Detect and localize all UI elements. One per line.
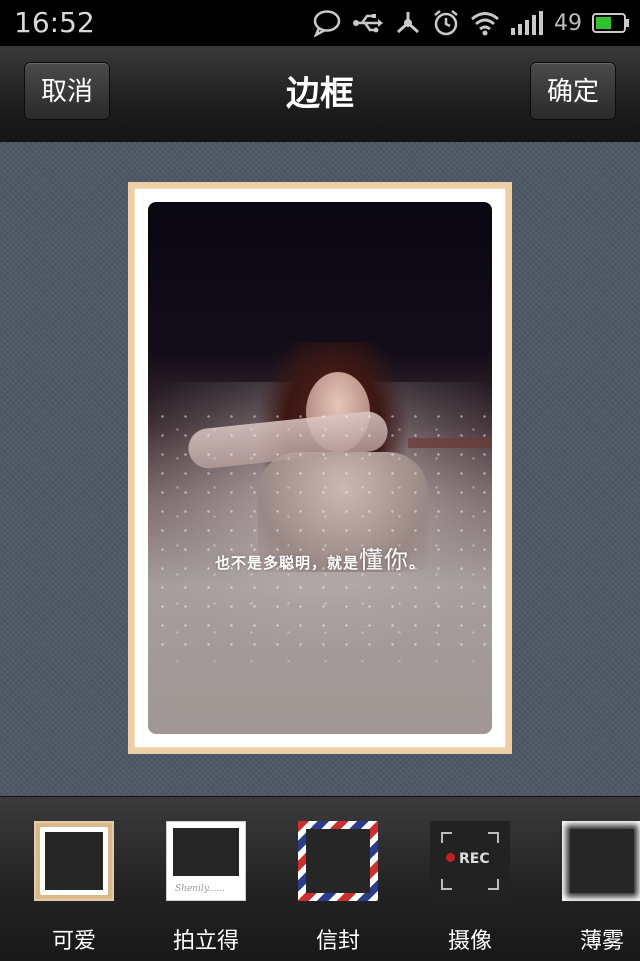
status-icons: 49: [312, 6, 630, 40]
photo-sparkles: [148, 402, 492, 662]
battery-percent: 49: [554, 10, 582, 36]
frame-option-polaroid[interactable]: Shenily...... 拍立得: [164, 821, 248, 954]
caption-highlight: 懂你: [359, 546, 409, 574]
frame-preview: 也不是多聪明，就是懂你。: [128, 182, 512, 754]
frame-label: 拍立得: [172, 929, 239, 954]
caption-main: 也不是多聪明，就是: [214, 554, 359, 572]
frame-picker: 可爱 Shenily...... 拍立得 信封 REC 摄像 薄雾: [0, 796, 640, 961]
usb-icon: [353, 14, 383, 33]
photo-preview[interactable]: 也不是多聪明，就是懂你。: [148, 202, 492, 734]
wifi-icon: [471, 12, 499, 36]
frame-thumb-envelope: [298, 821, 378, 901]
frame-option-envelope[interactable]: 信封: [296, 821, 380, 954]
photo-caption: 也不是多聪明，就是懂你。: [148, 540, 492, 575]
caption-end: 。: [409, 554, 426, 572]
frame-thumb-polaroid: Shenily......: [166, 821, 246, 901]
frame-label: 薄雾: [579, 929, 624, 954]
network-share-icon: [396, 12, 420, 34]
frame-thumb-mist: [562, 821, 640, 901]
battery-icon: [592, 13, 629, 33]
frame-thumb-camera: REC: [430, 821, 510, 901]
frame-thumb-cute: [34, 821, 114, 901]
polaroid-signature: Shenily......: [175, 884, 225, 894]
frame-label: 信封: [315, 929, 360, 954]
chat-bubble-icon: [313, 10, 341, 37]
record-dot-icon: [446, 853, 455, 862]
preview-canvas: 也不是多聪明，就是懂你。: [0, 142, 640, 796]
confirm-button[interactable]: 确定: [530, 62, 616, 120]
frame-label: 可爱: [51, 929, 96, 954]
signal-bars-icon: [511, 11, 543, 35]
rec-indicator: REC: [446, 851, 490, 867]
frame-option-cute[interactable]: 可爱: [32, 821, 116, 954]
frame-option-mist[interactable]: 薄雾: [560, 821, 640, 954]
nav-bar: 取消 边框 确定: [0, 46, 640, 143]
status-time: 16:52: [14, 6, 95, 39]
rec-label: REC: [459, 851, 490, 867]
alarm-clock-icon: [434, 10, 458, 36]
status-bar: 16:52 49: [0, 0, 640, 46]
frame-border: 也不是多聪明，就是懂你。: [134, 188, 506, 748]
frame-label: 摄像: [447, 929, 492, 954]
frame-option-camera[interactable]: REC 摄像: [428, 821, 512, 954]
